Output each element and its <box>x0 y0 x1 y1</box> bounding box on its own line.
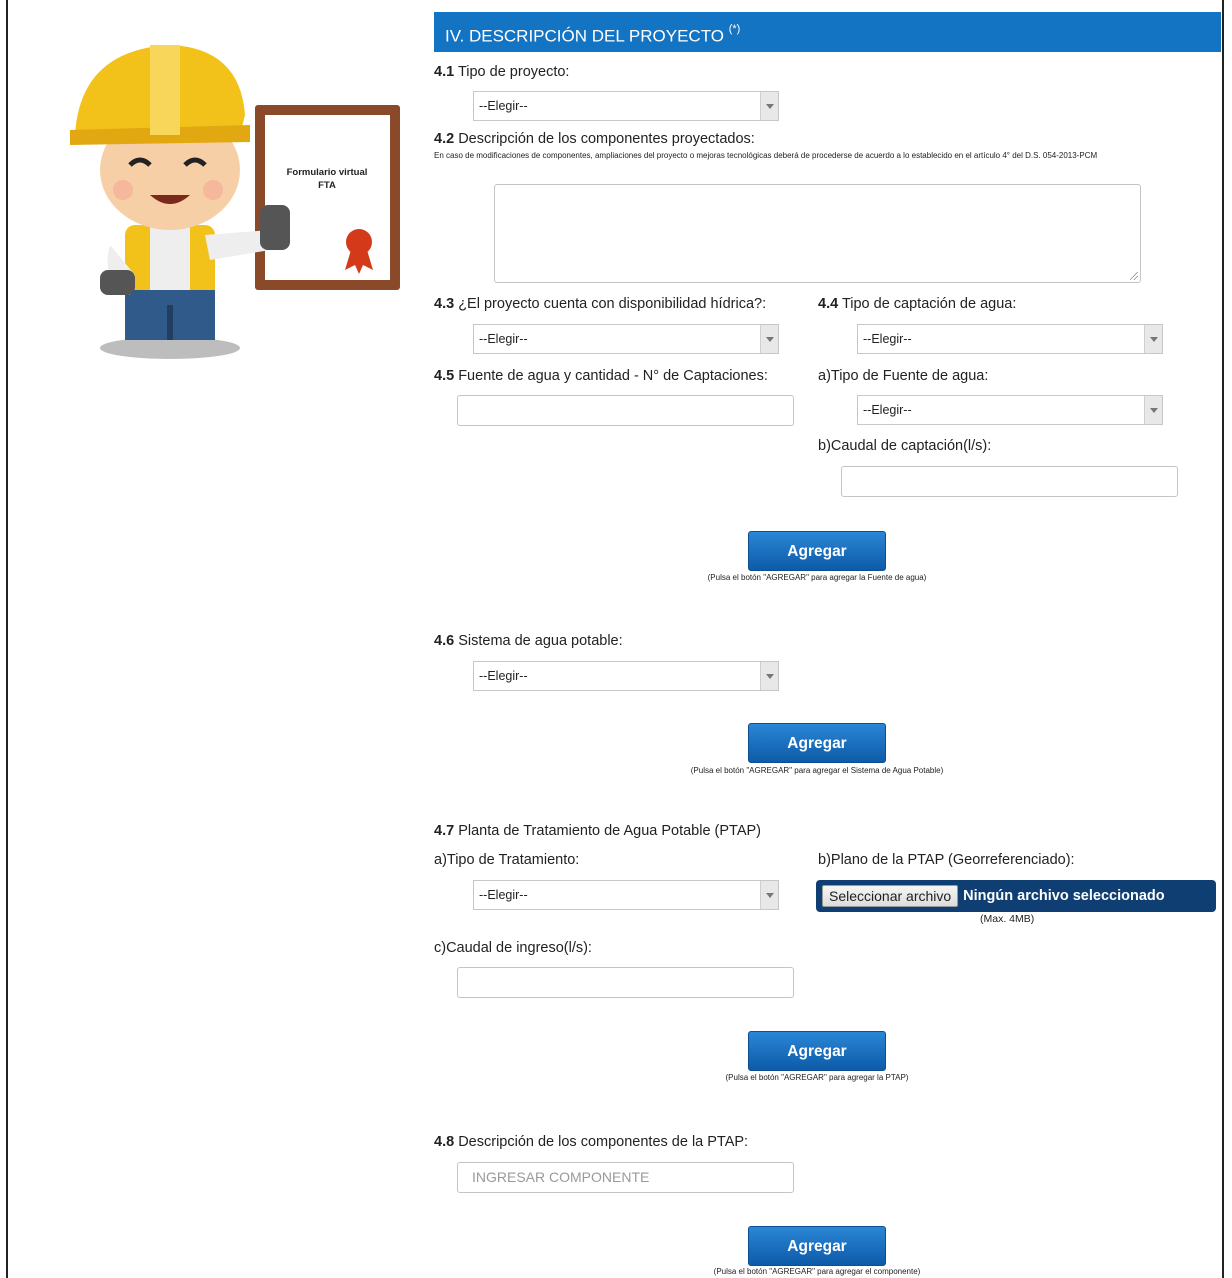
q46-text: Sistema de agua potable: <box>458 633 623 649</box>
q45-label: 4.5 Fuente de agua y cantidad - N° de Ca… <box>434 368 768 384</box>
tipo-fuente-label: a)Tipo de Fuente de agua: <box>818 368 989 384</box>
q45-number: 4.5 <box>434 368 455 384</box>
agregar-ptap-button[interactable]: Agregar <box>748 1031 886 1071</box>
plano-ptap-label: b)Plano de la PTAP (Georreferenciado): <box>818 852 1075 868</box>
tipo-tratamiento-select[interactable]: --Elegir-- <box>473 880 779 910</box>
agregar-fuente-button[interactable]: Agregar <box>748 531 886 571</box>
q47-label: 4.7 Planta de Tratamiento de Agua Potabl… <box>434 823 761 839</box>
q47-text: Planta de Tratamiento de Agua Potable (P… <box>458 823 762 839</box>
q43-number: 4.3 <box>434 296 455 312</box>
plano-ptap-file-input[interactable]: Seleccionar archivo Ningún archivo selecc… <box>816 880 1216 912</box>
agregar-fuente-hint: (Pulsa el botón "AGREGAR" para agregar l… <box>707 573 927 582</box>
q45-text: Fuente de agua y cantidad - N° de Captac… <box>458 368 768 384</box>
q41-label: 4.1 Tipo de proyecto: <box>434 64 569 80</box>
agregar-sistema-hint: (Pulsa el botón "AGREGAR" para agregar e… <box>690 766 944 775</box>
agregar-sistema-button[interactable]: Agregar <box>748 723 886 763</box>
q44-label: 4.4 Tipo de captación de agua: <box>818 296 1016 312</box>
agregar-componente-button[interactable]: Agregar <box>748 1226 886 1266</box>
tipo-fuente-select[interactable]: --Elegir-- <box>857 395 1163 425</box>
select-value: --Elegir-- <box>479 99 528 113</box>
q43-label: 4.3 ¿El proyecto cuenta con disponibilid… <box>434 296 766 312</box>
chevron-down-icon <box>760 92 778 120</box>
q46-label: 4.6 Sistema de agua potable: <box>434 633 623 649</box>
q47-number: 4.7 <box>434 823 455 839</box>
select-value: --Elegir-- <box>863 403 912 417</box>
caudal-ingreso-label: c)Caudal de ingreso(l/s): <box>434 940 592 956</box>
q41-text: Tipo de proyecto: <box>457 64 570 80</box>
caudal-captacion-label: b)Caudal de captación(l/s): <box>818 438 992 454</box>
resize-grip-icon[interactable] <box>1130 272 1138 280</box>
sistema-agua-select[interactable]: --Elegir-- <box>473 661 779 691</box>
select-value: --Elegir-- <box>479 669 528 683</box>
chevron-down-icon <box>760 881 778 909</box>
q42-number: 4.2 <box>434 131 455 147</box>
seleccionar-archivo-button[interactable]: Seleccionar archivo <box>822 885 959 907</box>
q44-number: 4.4 <box>818 296 839 312</box>
componente-input[interactable]: INGRESAR COMPONENTE <box>457 1162 794 1193</box>
q42-label: 4.2 Descripción de los componentes proye… <box>434 131 755 147</box>
agregar-ptap-hint: (Pulsa el botón "AGREGAR" para agregar l… <box>725 1073 909 1082</box>
agregar-componente-hint: (Pulsa el botón "AGREGAR" para agregar e… <box>713 1267 921 1276</box>
file-max-size: (Max. 4MB) <box>980 913 1035 925</box>
worker-illustration: Formulario virtual FTA <box>70 45 400 359</box>
chevron-down-icon <box>1144 325 1162 353</box>
captaciones-input[interactable] <box>457 395 794 426</box>
tipo-proyecto-select[interactable]: --Elegir-- <box>473 91 779 121</box>
q48-number: 4.8 <box>434 1134 455 1150</box>
q44-text: Tipo de captación de agua: <box>841 296 1017 312</box>
q48-text: Descripción de los componentes de la PTA… <box>458 1134 749 1150</box>
chevron-down-icon <box>760 662 778 690</box>
q48-label: 4.8 Descripción de los componentes de la… <box>434 1134 748 1150</box>
disponibilidad-hidrica-select[interactable]: --Elegir-- <box>473 324 779 354</box>
certificate-text-line1: Formulario virtual <box>287 167 368 178</box>
caudal-ingreso-input[interactable] <box>457 967 794 998</box>
q42-text: Descripción de los componentes proyectad… <box>458 131 755 147</box>
certificate-text-line2: FTA <box>318 180 336 191</box>
q41-number: 4.1 <box>434 64 455 80</box>
q46-number: 4.6 <box>434 633 455 649</box>
componentes-textarea[interactable] <box>494 184 1141 283</box>
select-value: --Elegir-- <box>863 332 912 346</box>
tipo-tratamiento-label: a)Tipo de Tratamiento: <box>434 852 580 868</box>
section-title: IV. DESCRIPCIÓN DEL PROYECTO <box>445 26 724 46</box>
chevron-down-icon <box>760 325 778 353</box>
caudal-captacion-input[interactable] <box>841 466 1178 497</box>
select-value: --Elegir-- <box>479 332 528 346</box>
file-status: Ningún archivo seleccionado <box>963 888 1165 904</box>
q43-text: ¿El proyecto cuenta con disponibilidad h… <box>458 296 767 312</box>
required-marker: (*) <box>728 23 741 35</box>
chevron-down-icon <box>1144 396 1162 424</box>
select-value: --Elegir-- <box>479 888 528 902</box>
tipo-captacion-select[interactable]: --Elegir-- <box>857 324 1163 354</box>
q42-note: En caso de modificaciones de componentes… <box>434 151 1098 160</box>
section-header: IV. DESCRIPCIÓN DEL PROYECTO (*) <box>434 12 1221 52</box>
